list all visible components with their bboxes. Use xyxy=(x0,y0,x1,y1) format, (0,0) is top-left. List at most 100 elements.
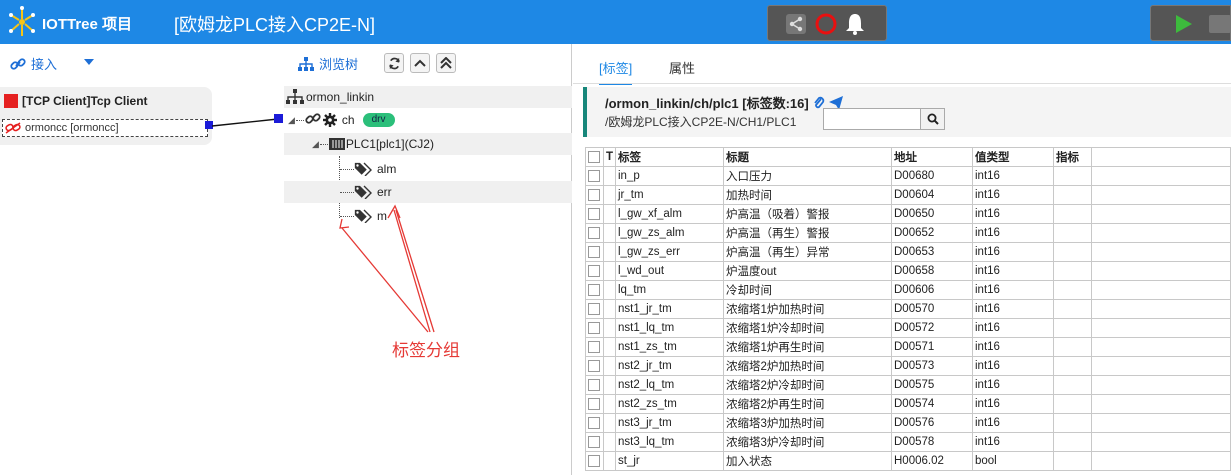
row-select-cell[interactable] xyxy=(585,166,604,186)
tag-value-type-cell: int16 xyxy=(972,166,1054,186)
table-row[interactable]: nst1_zs_tm 浓缩塔1炉再生时间 D00571 int16 xyxy=(585,337,1231,357)
connect-menu[interactable]: 接入 xyxy=(10,54,57,73)
row-select-cell[interactable] xyxy=(585,185,604,205)
column-header[interactable]: T xyxy=(603,147,616,167)
row-select-cell[interactable] xyxy=(585,337,604,357)
table-row[interactable]: l_wd_out 炉温度out D00658 int16 xyxy=(585,261,1231,281)
tag-value-type-cell: int16 xyxy=(972,261,1054,281)
path-header: /ormon_linkin/ch/plc1 [标签数:16] /欧姆龙PLC接入… xyxy=(583,87,1231,137)
column-header[interactable]: 标题 xyxy=(723,147,892,167)
play-icon[interactable] xyxy=(1173,14,1193,34)
tag-extra-cell xyxy=(1091,337,1231,357)
tag-address-cell: D00574 xyxy=(891,394,973,414)
row-select-cell[interactable] xyxy=(585,299,604,319)
browse-tree-menu[interactable]: 浏览树 xyxy=(298,54,358,73)
row-select-cell[interactable] xyxy=(585,204,604,224)
tag-indicator-cell xyxy=(1053,375,1092,395)
table-row[interactable]: l_gw_zs_err 炉高温（再生）异常 D00653 int16 xyxy=(585,242,1231,262)
collapse-all-button[interactable] xyxy=(436,53,456,73)
table-row[interactable]: l_gw_zs_alm 炉高温（再生）警报 D00652 int16 xyxy=(585,223,1231,243)
table-row[interactable]: l_gw_xf_alm 炉高温（吸着）警报 D00650 int16 xyxy=(585,204,1231,224)
path-title-label: /ormon_linkin/ch/plc1 [标签数:16] xyxy=(605,96,809,111)
row-select-cell[interactable] xyxy=(585,451,604,471)
column-header[interactable]: 值类型 xyxy=(972,147,1054,167)
row-checkbox[interactable] xyxy=(588,226,600,239)
tag-indicator-cell xyxy=(1053,337,1092,357)
row-checkbox[interactable] xyxy=(588,264,600,277)
row-select-cell[interactable] xyxy=(585,261,604,281)
table-row[interactable]: nst2_zs_tm 浓缩塔2炉再生时间 D00574 int16 xyxy=(585,394,1231,414)
collapse-up-button[interactable] xyxy=(410,53,430,73)
table-row[interactable]: nst2_lq_tm 浓缩塔2炉冷却时间 D00575 int16 xyxy=(585,375,1231,395)
row-checkbox[interactable] xyxy=(588,302,600,315)
row-checkbox[interactable] xyxy=(588,169,600,182)
tag-name-cell: nst3_lq_tm xyxy=(615,432,724,452)
tag-name-cell: jr_tm xyxy=(615,185,724,205)
row-checkbox[interactable] xyxy=(588,321,600,334)
column-header[interactable]: 指标 xyxy=(1053,147,1092,167)
connector-port-right[interactable] xyxy=(274,114,283,123)
select-all-cell[interactable] xyxy=(585,147,604,167)
tree-node-root[interactable]: ormon_linkin xyxy=(284,86,572,108)
row-checkbox[interactable] xyxy=(588,397,600,410)
bell-icon[interactable] xyxy=(844,12,866,36)
connection-card[interactable]: [TCP Client]Tcp Client ormoncc [ormoncc] xyxy=(0,87,212,145)
tree-node-group-alm[interactable]: alm xyxy=(284,158,572,180)
row-checkbox[interactable] xyxy=(588,359,600,372)
tree-node-device[interactable]: ◢ PLC1[plc1](CJ2) xyxy=(284,133,572,155)
tab-tags[interactable]: [标签] xyxy=(599,58,633,85)
row-select-cell[interactable] xyxy=(585,280,604,300)
plc-device-icon xyxy=(328,138,345,150)
tree-toggle-icon[interactable]: ◢ xyxy=(288,115,295,126)
row-select-cell[interactable] xyxy=(585,356,604,376)
tag-indicator-cell xyxy=(1053,261,1092,281)
row-select-cell[interactable] xyxy=(585,223,604,243)
stop-icon[interactable] xyxy=(1209,15,1231,33)
table-row[interactable]: nst1_jr_tm 浓缩塔1炉加热时间 D00570 int16 xyxy=(585,299,1231,319)
table-row[interactable]: nst3_lq_tm 浓缩塔3炉冷却时间 D00578 int16 xyxy=(585,432,1231,452)
run-control-group xyxy=(1150,5,1231,41)
table-row[interactable]: nst3_jr_tm 浓缩塔3炉加热时间 D00576 int16 xyxy=(585,413,1231,433)
row-select-cell[interactable] xyxy=(585,432,604,452)
row-checkbox[interactable] xyxy=(588,454,600,467)
table-row[interactable]: in_p 入口压力 D00680 int16 xyxy=(585,166,1231,186)
type-cell xyxy=(603,451,616,471)
column-header[interactable]: 地址 xyxy=(891,147,973,167)
table-row[interactable]: st_jr 加入状态 H0006.02 bool xyxy=(585,451,1231,471)
tag-title-cell: 炉高温（吸着）警报 xyxy=(723,204,892,224)
row-checkbox[interactable] xyxy=(588,435,600,448)
share-icon[interactable] xyxy=(786,14,806,34)
caret-down-icon[interactable] xyxy=(84,59,94,65)
connection-channel[interactable]: ormoncc [ormoncc] xyxy=(2,119,208,137)
table-row[interactable]: nst1_lq_tm 浓缩塔1炉冷却时间 D00572 int16 xyxy=(585,318,1231,338)
row-select-cell[interactable] xyxy=(585,394,604,414)
select-all-checkbox[interactable] xyxy=(588,150,600,163)
table-row[interactable]: nst2_jr_tm 浓缩塔2炉加热时间 D00573 int16 xyxy=(585,356,1231,376)
column-header[interactable]: 标签 xyxy=(615,147,724,167)
type-cell xyxy=(603,204,616,224)
project-title: [欧姆龙PLC接入CP2E-N] xyxy=(174,15,376,35)
search-input[interactable] xyxy=(823,108,921,130)
row-select-cell[interactable] xyxy=(585,375,604,395)
tree-node-channel[interactable]: ◢ ch drv xyxy=(284,109,572,131)
row-checkbox[interactable] xyxy=(588,283,600,296)
refresh-button[interactable] xyxy=(384,53,404,73)
row-checkbox[interactable] xyxy=(588,416,600,429)
row-checkbox[interactable] xyxy=(588,245,600,258)
tag-title-cell: 加热时间 xyxy=(723,185,892,205)
table-row[interactable]: lq_tm 冷却时间 D00606 int16 xyxy=(585,280,1231,300)
row-checkbox[interactable] xyxy=(588,188,600,201)
tab-properties[interactable]: 属性 xyxy=(669,58,695,77)
driver-badge[interactable]: drv xyxy=(362,113,395,127)
tree-toggle-icon[interactable]: ◢ xyxy=(312,139,319,150)
row-checkbox[interactable] xyxy=(588,340,600,353)
table-row[interactable]: jr_tm 加热时间 D00604 int16 xyxy=(585,185,1231,205)
row-select-cell[interactable] xyxy=(585,318,604,338)
row-select-cell[interactable] xyxy=(585,242,604,262)
row-checkbox[interactable] xyxy=(588,378,600,391)
row-select-cell[interactable] xyxy=(585,413,604,433)
search-button[interactable] xyxy=(921,108,945,130)
tags-icon xyxy=(354,162,372,176)
row-checkbox[interactable] xyxy=(588,207,600,220)
connection-status-icon xyxy=(4,94,18,108)
